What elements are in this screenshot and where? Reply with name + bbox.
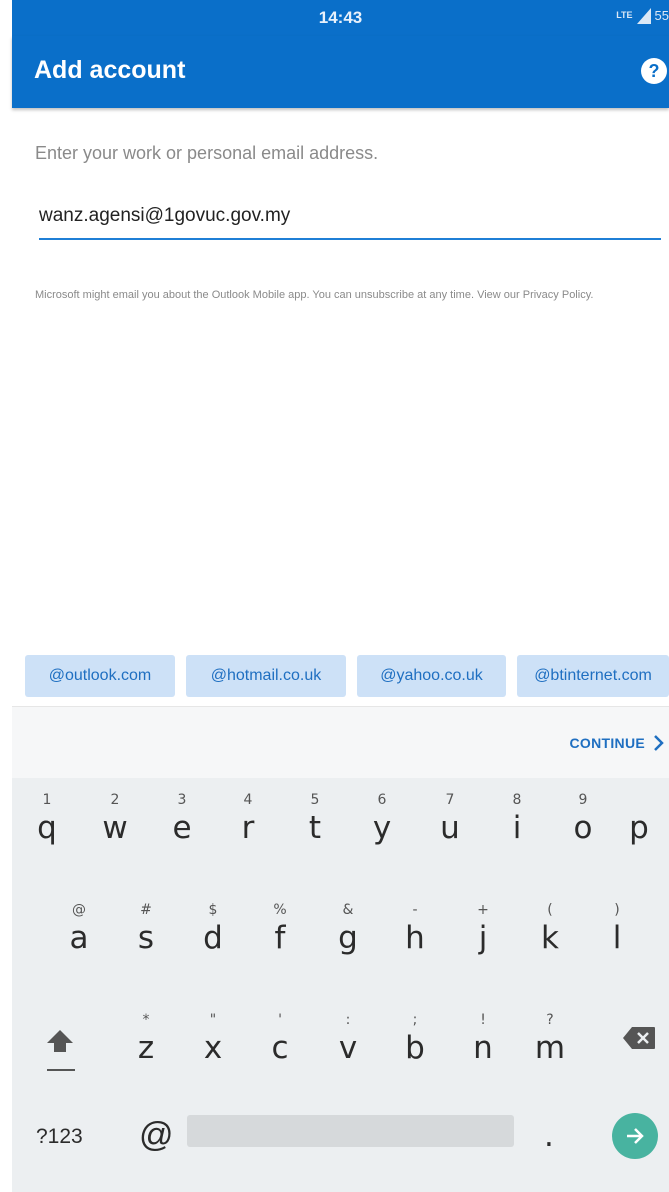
shift-icon[interactable] <box>45 1028 75 1054</box>
key-q[interactable]: 1q <box>16 778 78 868</box>
keyboard-row-2: @ a # s $ d % f & g -h + j (k ) l <box>12 888 669 988</box>
key-j[interactable]: + j <box>452 888 514 978</box>
key-f[interactable]: % f <box>249 888 311 978</box>
status-indicators: LTE 55 <box>616 6 669 24</box>
key-g[interactable]: & g <box>317 888 379 978</box>
continue-label: CONTINUE <box>569 735 645 751</box>
battery-level: 55 <box>654 7 669 23</box>
key-s[interactable]: # s <box>115 888 177 978</box>
email-input[interactable] <box>39 194 661 240</box>
status-bar: 14:43 LTE 55 <box>12 0 669 36</box>
signal-icon <box>636 8 651 24</box>
network-type: LTE <box>616 10 633 20</box>
at-key[interactable]: @ <box>139 1116 174 1155</box>
key-u[interactable]: 7u <box>419 778 481 868</box>
suggestion-chip-yahoo[interactable]: @yahoo.co.uk <box>357 655 506 697</box>
suggestion-chip-hotmail[interactable]: @hotmail.co.uk <box>186 655 346 697</box>
key-m[interactable]: ? m <box>519 998 581 1088</box>
key-k[interactable]: (k <box>519 888 581 978</box>
key-w[interactable]: 2w <box>84 778 146 868</box>
key-y[interactable]: 6y <box>351 778 413 868</box>
suggestion-chip-btinternet[interactable]: @btinternet.com <box>517 655 669 697</box>
key-n[interactable]: ! n <box>452 998 514 1088</box>
key-o[interactable]: 9o <box>552 778 614 868</box>
key-p[interactable]: p <box>608 778 669 868</box>
continue-button[interactable]: CONTINUE <box>569 735 665 751</box>
page-title: Add account <box>34 56 186 84</box>
period-key[interactable]: . <box>544 1118 554 1154</box>
shift-underline <box>47 1069 75 1071</box>
key-r[interactable]: 4r <box>217 778 279 868</box>
domain-suggestions: @outlook.com @hotmail.co.uk @yahoo.co.uk… <box>0 655 669 699</box>
arrow-right-icon <box>627 1128 644 1144</box>
continue-bar: CONTINUE <box>12 706 669 778</box>
key-b[interactable]: ; b <box>384 998 446 1088</box>
status-time: 14:43 <box>318 8 363 27</box>
email-prompt-label: Enter your work or personal email addres… <box>35 143 379 163</box>
help-icon[interactable]: ? <box>641 58 667 84</box>
keyboard-row-3: * z " x ' c :v ; b ! n ? m <box>12 998 669 1098</box>
symbols-key[interactable]: ?123 <box>36 1125 83 1149</box>
soft-keyboard: 1q 2w 3e 4r 5t 6y 7u 8i 9o p @ a # s $ d % f… <box>12 778 669 1192</box>
privacy-disclaimer: Microsoft might email you about the Outl… <box>35 289 594 301</box>
key-a[interactable]: @ a <box>48 888 110 978</box>
key-l[interactable]: ) l <box>586 888 648 978</box>
key-v[interactable]: :v <box>317 998 379 1088</box>
app-bar: Add account ? <box>12 36 669 108</box>
keyboard-row-1: 1q 2w 3e 4r 5t 6y 7u 8i 9o p <box>12 778 669 878</box>
key-c[interactable]: ' c <box>249 998 311 1088</box>
backspace-icon[interactable] <box>622 1026 656 1050</box>
key-t[interactable]: 5t <box>284 778 346 868</box>
key-z[interactable]: * z <box>115 998 177 1088</box>
key-h[interactable]: -h <box>384 888 446 978</box>
key-i[interactable]: 8i <box>486 778 548 868</box>
suggestion-chip-outlook[interactable]: @outlook.com <box>25 655 175 697</box>
enter-key[interactable] <box>612 1113 658 1159</box>
space-key[interactable] <box>187 1115 514 1147</box>
key-x[interactable]: " x <box>182 998 244 1088</box>
key-d[interactable]: $ d <box>182 888 244 978</box>
chevron-right-icon <box>654 735 664 751</box>
key-e[interactable]: 3e <box>151 778 213 868</box>
